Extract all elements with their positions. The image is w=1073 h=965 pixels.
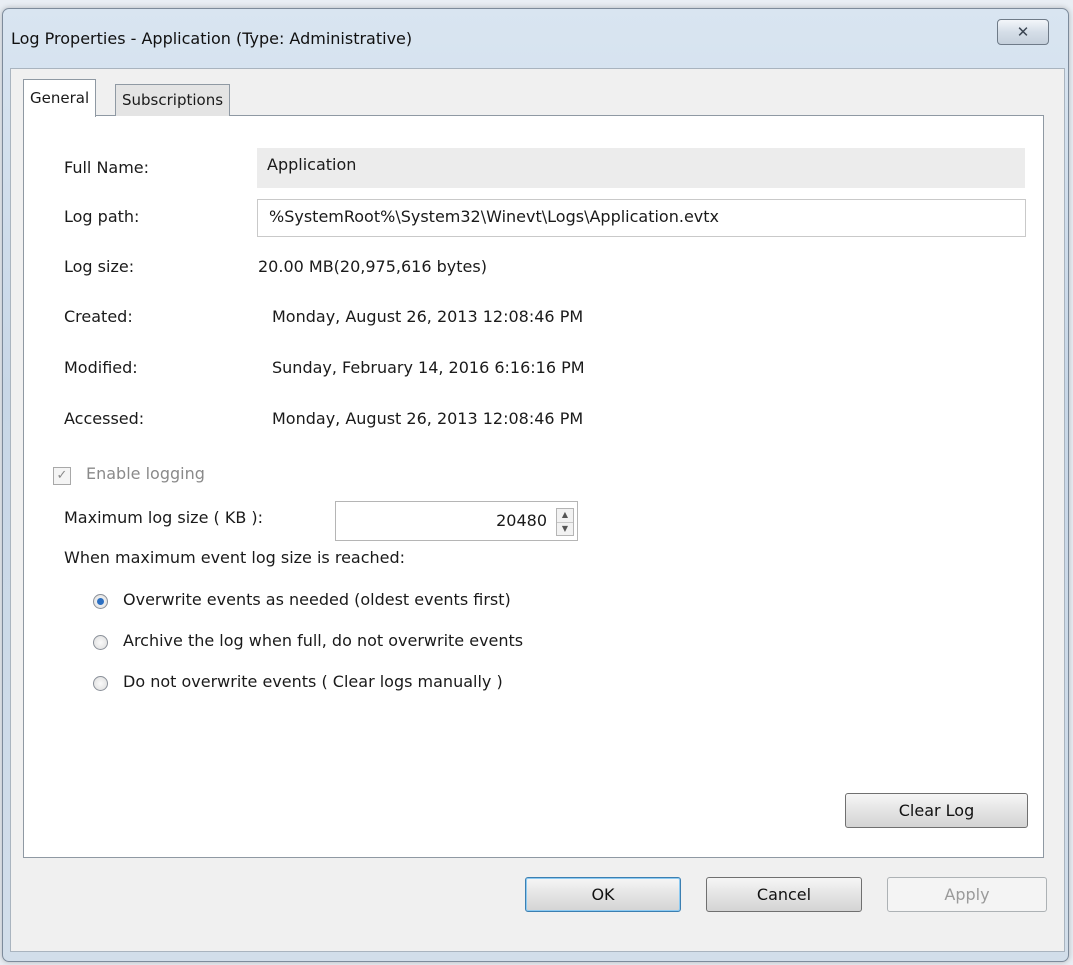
log-path-label: Log path: [64, 207, 140, 226]
log-size-value: 20.00 MB(20,975,616 bytes) [258, 257, 487, 276]
accessed-label: Accessed: [64, 409, 145, 428]
apply-button[interactable]: Apply [887, 877, 1047, 912]
clear-log-button[interactable]: Clear Log [845, 793, 1028, 828]
max-log-size-value: 20480 [496, 511, 547, 530]
policy-label: When maximum event log size is reached: [64, 548, 406, 567]
stepper-buttons: ▲ ▼ [556, 508, 574, 536]
radio-archive[interactable] [93, 635, 108, 650]
full-name-value: Application [267, 155, 357, 174]
accessed-value: Monday, August 26, 2013 12:08:46 PM [272, 409, 584, 428]
cancel-button[interactable]: Cancel [706, 877, 862, 912]
ok-button[interactable]: OK [525, 877, 681, 912]
window-title: Log Properties - Application (Type: Admi… [11, 29, 413, 48]
max-log-size-stepper[interactable]: 20480 ▲ ▼ [335, 501, 578, 541]
log-path-value: %SystemRoot%\System32\Winevt\Logs\Applic… [269, 207, 719, 226]
modified-value: Sunday, February 14, 2016 6:16:16 PM [272, 358, 585, 377]
tab-general[interactable]: General [23, 79, 97, 117]
enable-logging-label: Enable logging [86, 464, 205, 483]
log-path-field[interactable]: %SystemRoot%\System32\Winevt\Logs\Applic… [257, 199, 1026, 237]
created-label: Created: [64, 307, 133, 326]
modified-label: Modified: [64, 358, 138, 377]
checkmark-icon: ✓ [56, 468, 68, 483]
radio-manual-label[interactable]: Do not overwrite events ( Clear logs man… [123, 672, 503, 691]
radio-archive-label[interactable]: Archive the log when full, do not overwr… [123, 631, 523, 650]
full-name-label: Full Name: [64, 158, 150, 177]
stepper-down-icon[interactable]: ▼ [557, 521, 573, 536]
close-button[interactable]: ✕ [997, 19, 1049, 45]
radio-manual[interactable] [93, 676, 108, 691]
full-name-field: Application [257, 148, 1025, 188]
close-icon: ✕ [1016, 23, 1030, 41]
log-size-label: Log size: [64, 257, 135, 276]
tab-subscriptions[interactable]: Subscriptions [115, 84, 231, 116]
max-log-size-label: Maximum log size ( KB ): [64, 508, 264, 527]
radio-overwrite[interactable] [93, 594, 108, 609]
radio-overwrite-label[interactable]: Overwrite events as needed (oldest event… [123, 590, 511, 609]
created-value: Monday, August 26, 2013 12:08:46 PM [272, 307, 584, 326]
enable-logging-checkbox[interactable]: ✓ [53, 467, 71, 485]
stepper-up-icon[interactable]: ▲ [557, 509, 573, 522]
